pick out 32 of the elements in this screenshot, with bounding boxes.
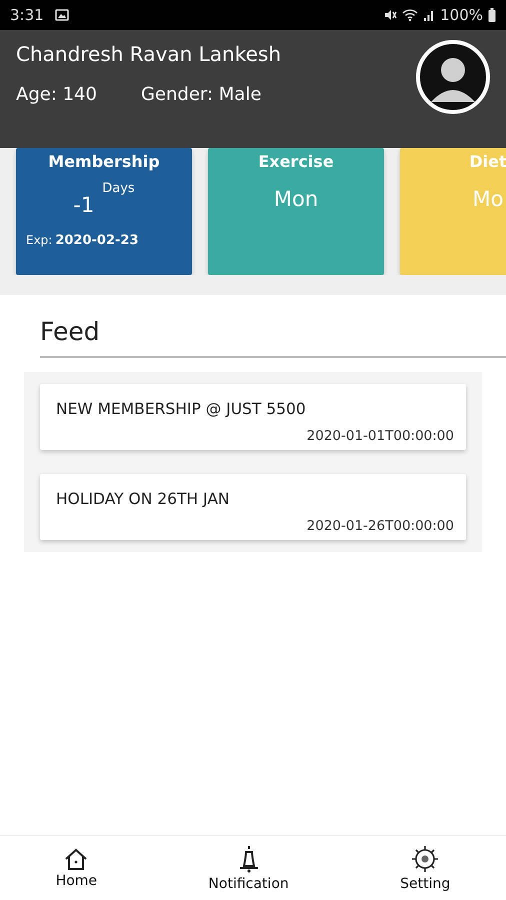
expiry-date: 2020-02-23 [55,233,138,248]
card-title: Exercise [258,152,334,171]
signal-icon [423,8,436,22]
feed-date: 2020-01-26T00:00:00 [306,518,454,534]
card-value: Mon [274,187,318,211]
nav-tab[interactable]: Notification [202,836,295,900]
user-name: Chandresh Ravan Lankesh [16,42,282,66]
battery-icon [488,8,496,22]
avatar-icon[interactable] [416,40,490,114]
feed-card[interactable]: HOLIDAY ON 26TH JAN 2020-01-26T00:00:00 [40,474,466,540]
settings-icon [410,844,440,874]
card-title: Diet [469,152,506,171]
wifi-icon [402,8,418,22]
feed-date: 2020-01-01T00:00:00 [306,428,454,444]
nav-tab[interactable]: Setting [394,836,456,900]
days-unit: Days [102,181,135,196]
expiry-label: Exp: [26,233,52,247]
age-label: Age: 140 [16,84,97,105]
feed-text: NEW MEMBERSHIP @ JUST 5500 [56,400,307,418]
feed-text: HOLIDAY ON 26TH JAN [56,490,231,508]
battery-level: 100% [440,6,483,24]
feed-title: Feed [40,317,100,346]
clock: 3:31 [10,6,44,24]
days-value: -1 [73,193,94,217]
gender-label: Gender: Male [140,84,262,105]
nav-tab[interactable]: Home [50,836,104,900]
summary-card[interactable]: Membership -1 Days Exp: 2020-02-23 [16,148,192,275]
card-title: Membership [48,152,160,171]
mute-icon [383,8,398,22]
image-icon [54,9,69,21]
feed-card[interactable]: NEW MEMBERSHIP @ JUST 5500 2020-01-01T00:00:00 [40,384,466,450]
card-value: Mo [472,187,504,211]
